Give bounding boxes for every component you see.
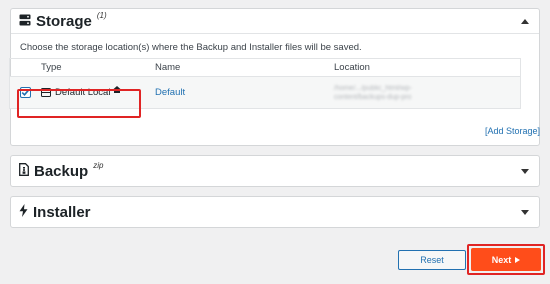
- next-button-label: Next: [491, 254, 512, 265]
- next-button[interactable]: Next: [471, 248, 541, 271]
- backup-panel-header[interactable]: Backup zip: [11, 156, 539, 186]
- expand-caret-icon[interactable]: [521, 209, 529, 215]
- column-location: Location: [334, 62, 370, 73]
- zip-file-icon: [19, 162, 29, 180]
- storage-name-link[interactable]: Default: [155, 87, 185, 98]
- table-header-row: Type Name Location: [10, 59, 520, 77]
- bolt-icon: [19, 203, 28, 221]
- play-arrow-icon: [515, 256, 521, 263]
- column-name: Name: [155, 62, 181, 73]
- storage-icon: [19, 13, 31, 30]
- highlight-outline: [17, 89, 141, 118]
- installer-title: Installer: [33, 203, 91, 221]
- installer-panel: Installer: [10, 196, 540, 228]
- backup-format: zip: [93, 160, 104, 170]
- storage-title: Storage: [36, 12, 92, 30]
- installer-panel-header[interactable]: Installer: [11, 197, 539, 227]
- expand-caret-icon[interactable]: [521, 168, 529, 174]
- reset-button[interactable]: Reset: [398, 250, 466, 270]
- collapse-caret-icon[interactable]: [521, 18, 529, 24]
- storage-description: Choose the storage location(s) where the…: [20, 42, 362, 53]
- column-type: Type: [41, 62, 62, 73]
- storage-location: /home/.../public_html/wp-content/backups…: [334, 84, 412, 101]
- backup-title: Backup: [34, 162, 89, 180]
- storage-count: (1): [96, 10, 107, 20]
- add-storage-link[interactable]: [Add Storage]: [485, 126, 540, 136]
- backup-panel: Backup zip: [10, 155, 540, 187]
- storage-panel-header[interactable]: Storage (1): [11, 9, 539, 34]
